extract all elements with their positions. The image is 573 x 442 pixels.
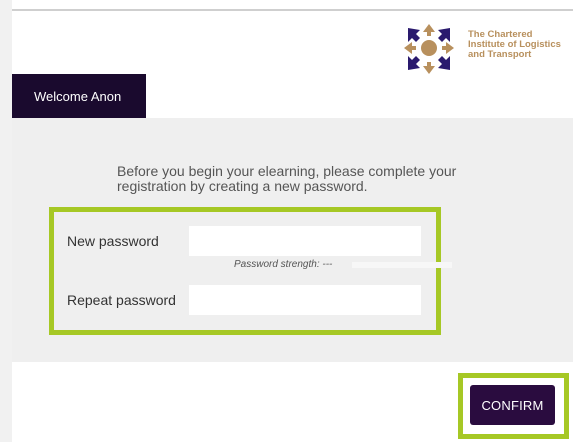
- password-strength-text: Password strength: ---: [234, 259, 333, 270]
- cilt-logo-icon: [404, 24, 454, 74]
- intro-text: Before you begin your elearning, please …: [117, 163, 457, 194]
- welcome-label: Welcome Anon: [34, 88, 122, 104]
- repeat-password-field[interactable]: [189, 285, 421, 315]
- left-border: [0, 0, 12, 442]
- confirm-label: CONFIRM: [481, 397, 544, 413]
- new-password-label: New password: [67, 233, 159, 249]
- registration-page: The Chartered Institute of Logistics and…: [0, 0, 573, 442]
- new-password-field[interactable]: [189, 226, 421, 256]
- ciltlogo: The Chartered Institute of Logistics and…: [398, 24, 568, 78]
- welcome-tab: Welcome Anon: [12, 74, 146, 118]
- repeat-password-label: Repeat password: [67, 292, 176, 308]
- logo-text: The Chartered Institute of Logistics and…: [468, 29, 561, 60]
- top-divider: [12, 9, 573, 11]
- password-strength-meter: [352, 262, 452, 268]
- confirm-button[interactable]: CONFIRM: [470, 385, 555, 425]
